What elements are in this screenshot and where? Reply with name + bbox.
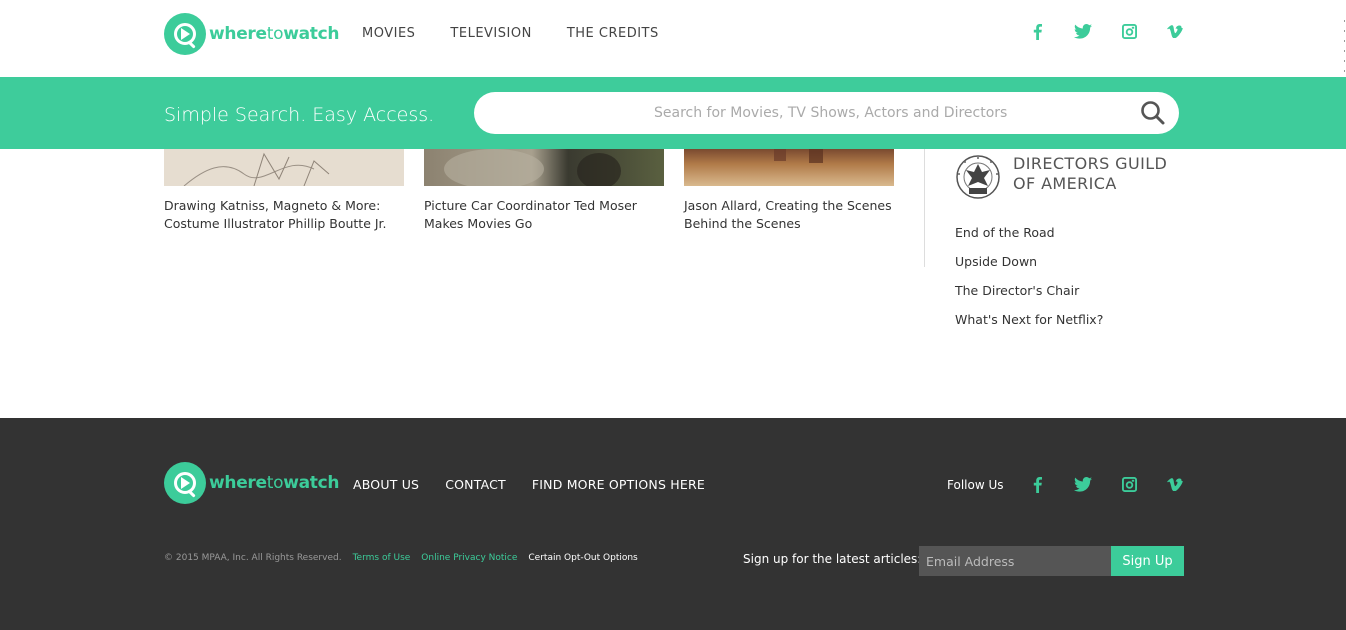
nav-movies[interactable]: MOVIES: [362, 26, 415, 41]
logo-wordmark: wheretowatch: [209, 24, 340, 44]
article-thumbnail[interactable]: [424, 149, 664, 189]
article-card[interactable]: Picture Car Coordinator Ted Moser Makes …: [424, 149, 664, 233]
vimeo-icon[interactable]: [1152, 21, 1198, 41]
footer-link-about-us[interactable]: ABOUT US: [353, 477, 419, 492]
vimeo-icon[interactable]: [1152, 474, 1198, 494]
signup-button[interactable]: Sign Up: [1111, 546, 1184, 576]
copyright-text: © 2015 MPAA, Inc. All Rights Reserved.: [164, 553, 342, 563]
footer-link-contact[interactable]: CONTACT: [445, 477, 506, 492]
search-icon[interactable]: [1140, 100, 1166, 126]
sidebar-divider: [924, 149, 925, 267]
sidebar-link[interactable]: End of the Road: [955, 225, 1103, 254]
twitter-icon[interactable]: [1060, 474, 1106, 494]
legal-links: © 2015 MPAA, Inc. All Rights Reserved. T…: [164, 553, 638, 563]
twitter-icon[interactable]: [1060, 21, 1106, 41]
logo-wordmark: wheretowatch: [209, 473, 340, 493]
dga-logo[interactable]: DIRECTORS GUILD OF AMERICA: [955, 154, 1167, 204]
signup-label: Sign up for the latest articles:: [743, 552, 922, 566]
search-banner: Simple Search. Easy Access.: [0, 77, 1346, 149]
email-field[interactable]: [919, 546, 1111, 576]
footer-social-links: [1014, 474, 1198, 494]
article-thumbnail[interactable]: [164, 149, 404, 187]
dga-title: DIRECTORS GUILD OF AMERICA: [1013, 154, 1168, 193]
main-nav: MOVIES TELEVISION THE CREDITS: [362, 26, 659, 41]
article-title[interactable]: Picture Car Coordinator Ted Moser Makes …: [424, 197, 664, 233]
article-card[interactable]: Drawing Katniss, Magneto & More: Costume…: [164, 149, 404, 233]
header-social-links: [1014, 21, 1198, 41]
search-input[interactable]: [474, 92, 1179, 134]
sidebar-link[interactable]: Upside Down: [955, 254, 1103, 283]
nav-television[interactable]: TELEVISION: [450, 26, 531, 41]
follow-us-label: Follow Us: [947, 478, 1004, 492]
footer-link-find-more-options[interactable]: FIND MORE OPTIONS HERE: [532, 477, 705, 492]
site-logo[interactable]: wheretowatch: [164, 13, 340, 55]
terms-link[interactable]: Terms of Use: [353, 553, 411, 563]
footer-nav: ABOUT US CONTACT FIND MORE OPTIONS HERE: [353, 477, 705, 492]
article-title[interactable]: Jason Allard, Creating the Scenes Behind…: [684, 197, 894, 233]
dga-seal-icon: [955, 154, 1001, 204]
nav-the-credits[interactable]: THE CREDITS: [567, 26, 659, 41]
footer-logo[interactable]: wheretowatch: [164, 462, 340, 504]
site-footer: wheretowatch ABOUT US CONTACT FIND MORE …: [0, 418, 1346, 630]
facebook-icon[interactable]: [1014, 21, 1060, 41]
sidebar-link[interactable]: The Director's Chair: [955, 283, 1103, 312]
article-title[interactable]: Drawing Katniss, Magneto & More: Costume…: [164, 197, 404, 233]
article-card[interactable]: Jason Allard, Creating the Scenes Behind…: [684, 149, 894, 233]
sidebar-links: End of the Road Upside Down The Director…: [955, 225, 1103, 341]
article-thumbnail[interactable]: [684, 149, 894, 186]
logo-play-icon: [164, 13, 206, 55]
optout-link[interactable]: Certain Opt-Out Options: [528, 553, 637, 563]
instagram-icon[interactable]: [1106, 21, 1152, 41]
facebook-icon[interactable]: [1014, 474, 1060, 494]
instagram-icon[interactable]: [1106, 474, 1152, 494]
tagline: Simple Search. Easy Access.: [164, 104, 435, 126]
privacy-link[interactable]: Online Privacy Notice: [421, 553, 517, 563]
sidebar-link[interactable]: What's Next for Netflix?: [955, 312, 1103, 341]
logo-play-icon: [164, 462, 206, 504]
site-header: wheretowatch MOVIES TELEVISION THE CREDI…: [0, 0, 1346, 77]
